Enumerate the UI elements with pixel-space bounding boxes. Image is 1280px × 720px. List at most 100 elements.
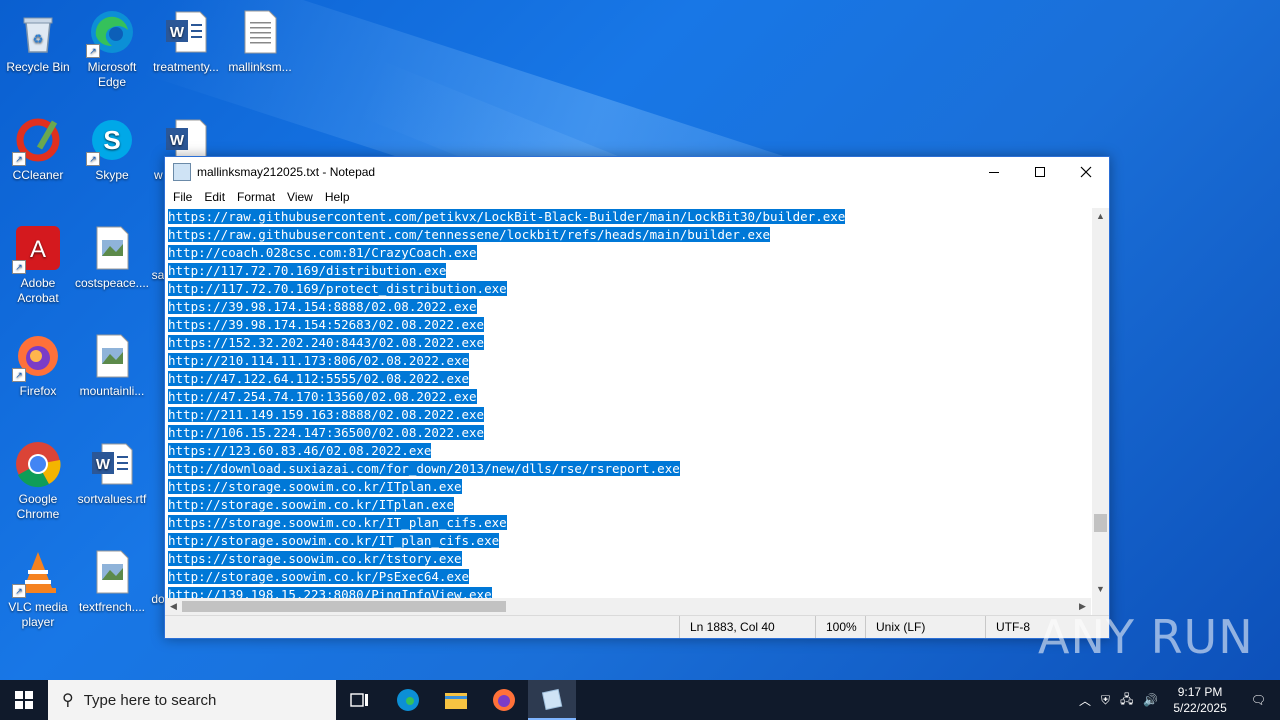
menu-edit[interactable]: Edit bbox=[198, 190, 231, 204]
volume-icon[interactable]: 🔊 bbox=[1138, 693, 1163, 707]
windows-logo-icon bbox=[15, 691, 33, 709]
desktop-icon-label: textfrench.... bbox=[78, 600, 146, 614]
menu-bar: File Edit Format View Help bbox=[165, 187, 1109, 207]
skype-icon: S ↗ bbox=[86, 116, 136, 166]
desktop-icon-label: VLC media player bbox=[8, 600, 68, 629]
search-placeholder: Type here to search bbox=[83, 691, 217, 709]
text-line: http://117.72.70.169/distribution.exe bbox=[168, 263, 447, 278]
desktop-icon-microsoft-edge[interactable]: ↗ Microsoft Edge bbox=[74, 2, 150, 90]
scroll-left-icon[interactable]: ◀ bbox=[165, 598, 182, 615]
system-tray: ︿ ⛨ 🖧 🔊 9:17 PM 5/22/2025 🗨 bbox=[1074, 680, 1280, 720]
desktop-icon-adobe-acrobat[interactable]: A ↗ Adobe Acrobat bbox=[0, 218, 76, 306]
menu-format[interactable]: Format bbox=[231, 190, 281, 204]
text-line: http://storage.soowim.co.kr/IT_plan_cifs… bbox=[168, 533, 500, 548]
text-file-icon bbox=[236, 8, 284, 56]
word-document-icon: W bbox=[88, 440, 136, 488]
maximize-button[interactable] bbox=[1017, 157, 1063, 187]
svg-text:W: W bbox=[96, 456, 111, 473]
shortcut-arrow-icon: ↗ bbox=[12, 152, 26, 166]
menu-help[interactable]: Help bbox=[319, 190, 356, 204]
svg-text:♻: ♻ bbox=[33, 32, 44, 46]
desktop-icon-mountainli[interactable]: mountainli... bbox=[74, 326, 150, 399]
text-line: http://106.15.224.147:36500/02.08.2022.e… bbox=[168, 425, 485, 440]
adobe-acrobat-icon: A ↗ bbox=[12, 224, 62, 274]
desktop-icon-google-chrome[interactable]: Google Chrome bbox=[0, 434, 76, 522]
minimize-button[interactable] bbox=[971, 157, 1017, 187]
clock[interactable]: 9:17 PM 5/22/2025 bbox=[1163, 684, 1236, 716]
defender-icon[interactable]: ⛨ bbox=[1096, 693, 1115, 708]
desktop-icon-recycle-bin[interactable]: ♻ Recycle Bin bbox=[0, 2, 76, 75]
desktop-icon-label: treatmenty... bbox=[153, 60, 219, 74]
text-line: https://39.98.174.154:52683/02.08.2022.e… bbox=[168, 317, 485, 332]
svg-text:W: W bbox=[170, 132, 185, 149]
svg-text:A: A bbox=[30, 236, 46, 263]
desktop-icon-skype[interactable]: S ↗ Skype bbox=[74, 110, 150, 183]
status-zoom: 100% bbox=[815, 616, 857, 638]
network-icon[interactable]: 🖧 bbox=[1115, 690, 1138, 711]
chrome-icon bbox=[14, 440, 62, 488]
text-editor[interactable]: https://raw.githubusercontent.com/petikv… bbox=[165, 208, 1094, 598]
desktop-icon-label: Firefox bbox=[19, 384, 57, 398]
desktop-icon-textfrench[interactable]: textfrench.... bbox=[74, 542, 150, 615]
image-file-icon bbox=[88, 224, 136, 272]
taskbar: ⚲ Type here to search ︿ ⛨ 🖧 🔊 9:17 PM 5/… bbox=[0, 680, 1280, 720]
status-bar: Ln 1883, Col 40 100% Unix (LF) UTF-8 bbox=[165, 615, 1109, 638]
desktop-icon-mallinksm[interactable]: mallinksm... bbox=[222, 2, 298, 75]
minimize-icon bbox=[989, 172, 999, 173]
firefox-icon: ↗ bbox=[12, 332, 62, 382]
scroll-down-icon[interactable]: ▼ bbox=[1092, 581, 1109, 598]
edge-icon: ↗ bbox=[86, 8, 136, 58]
taskbar-file-explorer[interactable] bbox=[432, 680, 480, 720]
start-button[interactable] bbox=[0, 680, 48, 720]
maximize-icon bbox=[1035, 167, 1045, 177]
taskbar-notepad[interactable] bbox=[528, 680, 576, 720]
close-icon bbox=[1080, 166, 1092, 178]
recycle-bin-icon: ♻ bbox=[14, 8, 62, 56]
chevron-up-icon[interactable]: ︿ bbox=[1074, 692, 1096, 709]
desktop-icon-vlc[interactable]: ↗ VLC media player bbox=[0, 542, 76, 630]
notepad-icon bbox=[173, 163, 191, 181]
text-line: http://47.254.74.170:13560/02.08.2022.ex… bbox=[168, 389, 477, 404]
shortcut-arrow-icon: ↗ bbox=[12, 260, 26, 274]
text-line: http://47.122.64.112:5555/02.08.2022.exe bbox=[168, 371, 470, 386]
desktop-icon-label: Google Chrome bbox=[16, 492, 60, 521]
text-line: http://139.198.15.223:8080/PingInfoView.… bbox=[168, 586, 1094, 598]
text-line: http://210.114.11.173:806/02.08.2022.exe bbox=[168, 353, 470, 368]
taskbar-search-box[interactable]: ⚲ Type here to search bbox=[48, 680, 336, 720]
svg-text:W: W bbox=[170, 24, 185, 41]
task-view-button[interactable] bbox=[336, 680, 384, 720]
desktop-icon-sortvalues[interactable]: W sortvalues.rtf bbox=[74, 434, 150, 507]
menu-view[interactable]: View bbox=[281, 190, 319, 204]
close-button[interactable] bbox=[1063, 157, 1109, 187]
taskbar-edge[interactable] bbox=[384, 680, 432, 720]
desktop-icon-label: Adobe Acrobat bbox=[17, 276, 59, 305]
notification-icon[interactable]: 🗨 bbox=[1237, 693, 1280, 707]
window-titlebar[interactable]: mallinksmay212025.txt - Notepad bbox=[165, 157, 1109, 187]
search-icon: ⚲ bbox=[62, 692, 74, 709]
shortcut-arrow-icon: ↗ bbox=[12, 368, 26, 382]
text-line: http://download.suxiazai.com/for_down/20… bbox=[168, 461, 680, 476]
vertical-scroll-thumb[interactable] bbox=[1094, 514, 1107, 532]
firefox-icon bbox=[493, 689, 515, 711]
desktop-icon-label: Recycle Bin bbox=[6, 60, 70, 74]
text-line: https://raw.githubusercontent.com/petikv… bbox=[168, 209, 846, 224]
desktop-icon-firefox[interactable]: ↗ Firefox bbox=[0, 326, 76, 399]
text-line: http://storage.soowim.co.kr/PsExec64.exe bbox=[168, 569, 470, 584]
taskbar-firefox[interactable] bbox=[480, 680, 528, 720]
desktop-icon-label: CCleaner bbox=[12, 168, 64, 182]
desktop-icon-costspeace[interactable]: costspeace.... bbox=[74, 218, 150, 291]
text-line: http://storage.soowim.co.kr/ITplan.exe bbox=[168, 497, 454, 512]
notepad-window[interactable]: mallinksmay212025.txt - Notepad File Edi… bbox=[164, 156, 1110, 639]
text-line: https://storage.soowim.co.kr/ITplan.exe bbox=[168, 479, 462, 494]
menu-file[interactable]: File bbox=[167, 190, 198, 204]
clock-time: 9:17 PM bbox=[1177, 685, 1223, 699]
desktop-icon-ccleaner[interactable]: ↗ CCleaner bbox=[0, 110, 76, 183]
horizontal-scrollbar[interactable]: ◀ ▶ bbox=[165, 598, 1091, 615]
scroll-up-icon[interactable]: ▲ bbox=[1092, 208, 1109, 225]
text-line: https://152.32.202.240:8443/02.08.2022.e… bbox=[168, 335, 485, 350]
ccleaner-icon: ↗ bbox=[12, 116, 62, 166]
horizontal-scroll-thumb[interactable] bbox=[182, 601, 506, 612]
desktop-icon-label: sortvalues.rtf bbox=[77, 492, 147, 506]
vertical-scrollbar[interactable]: ▲ ▼ bbox=[1092, 208, 1109, 598]
desktop-icon-treatmenty[interactable]: W treatmenty... bbox=[148, 2, 224, 75]
